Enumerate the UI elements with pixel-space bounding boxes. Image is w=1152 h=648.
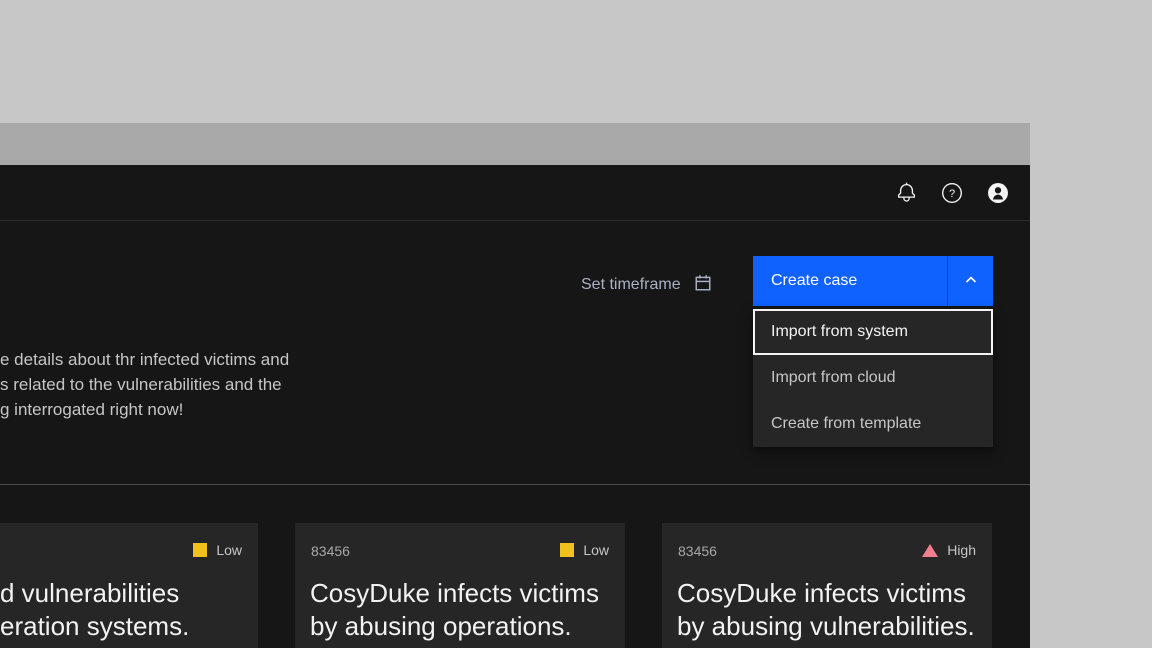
window-titlebar[interactable] xyxy=(0,123,1030,165)
case-title: d vulnerabilities eration systems. xyxy=(0,577,189,643)
severity-label: Low xyxy=(216,542,242,558)
severity-low-icon xyxy=(193,543,207,557)
severity-high-icon xyxy=(922,544,938,557)
intro-line: g interrogated right now! xyxy=(0,397,320,422)
severity-low-icon xyxy=(560,543,574,557)
svg-text:?: ? xyxy=(949,188,955,200)
user-avatar-icon xyxy=(987,182,1009,204)
menu-item-import-from-cloud[interactable]: Import from cloud xyxy=(753,355,993,401)
create-case-menu: Import from system Import from cloud Cre… xyxy=(753,309,993,447)
severity-badge: Low xyxy=(560,542,609,558)
notification-bell-icon xyxy=(896,182,917,203)
intro-line: e details about thr infected victims and xyxy=(0,347,320,372)
severity-label: High xyxy=(947,542,976,558)
calendar-icon xyxy=(694,274,712,297)
intro-line: s related to the vulnerabilities and the xyxy=(0,372,320,397)
case-card[interactable]: 83456 Low CosyDuke infects victims by ab… xyxy=(295,523,625,648)
case-id: 83456 xyxy=(311,543,350,559)
help-button[interactable]: ? xyxy=(929,170,975,216)
set-timeframe-label: Set timeframe xyxy=(581,276,681,294)
case-title: CosyDuke infects victims by abusing vuln… xyxy=(677,577,975,643)
section-divider xyxy=(0,484,1030,485)
case-id: 83456 xyxy=(678,543,717,559)
severity-badge: Low xyxy=(193,542,242,558)
set-timeframe-button[interactable]: Set timeframe xyxy=(581,275,712,295)
create-case-button[interactable]: Create case xyxy=(753,256,947,306)
app-window: ? Set timeframe xyxy=(0,165,1030,648)
intro-paragraph: e details about thr infected victims and… xyxy=(0,347,320,422)
notification-bell-button[interactable] xyxy=(883,170,929,216)
user-avatar-button[interactable] xyxy=(975,170,1021,216)
create-case-split-button: Create case xyxy=(753,256,993,306)
app-header: ? xyxy=(0,165,1030,221)
chevron-up-icon xyxy=(963,272,979,291)
case-card[interactable]: Low d vulnerabilities eration systems. xyxy=(0,523,258,648)
create-case-dropdown-toggle[interactable] xyxy=(947,256,993,306)
severity-badge: High xyxy=(922,542,976,558)
severity-label: Low xyxy=(583,542,609,558)
case-card[interactable]: 83456 High CosyDuke infects victims by a… xyxy=(662,523,992,648)
menu-item-create-from-template[interactable]: Create from template xyxy=(753,401,993,447)
menu-item-import-from-system[interactable]: Import from system xyxy=(753,309,993,355)
case-title: CosyDuke infects victims by abusing oper… xyxy=(310,577,599,643)
help-icon: ? xyxy=(941,182,963,204)
screen: ? Set timeframe xyxy=(0,0,1152,648)
